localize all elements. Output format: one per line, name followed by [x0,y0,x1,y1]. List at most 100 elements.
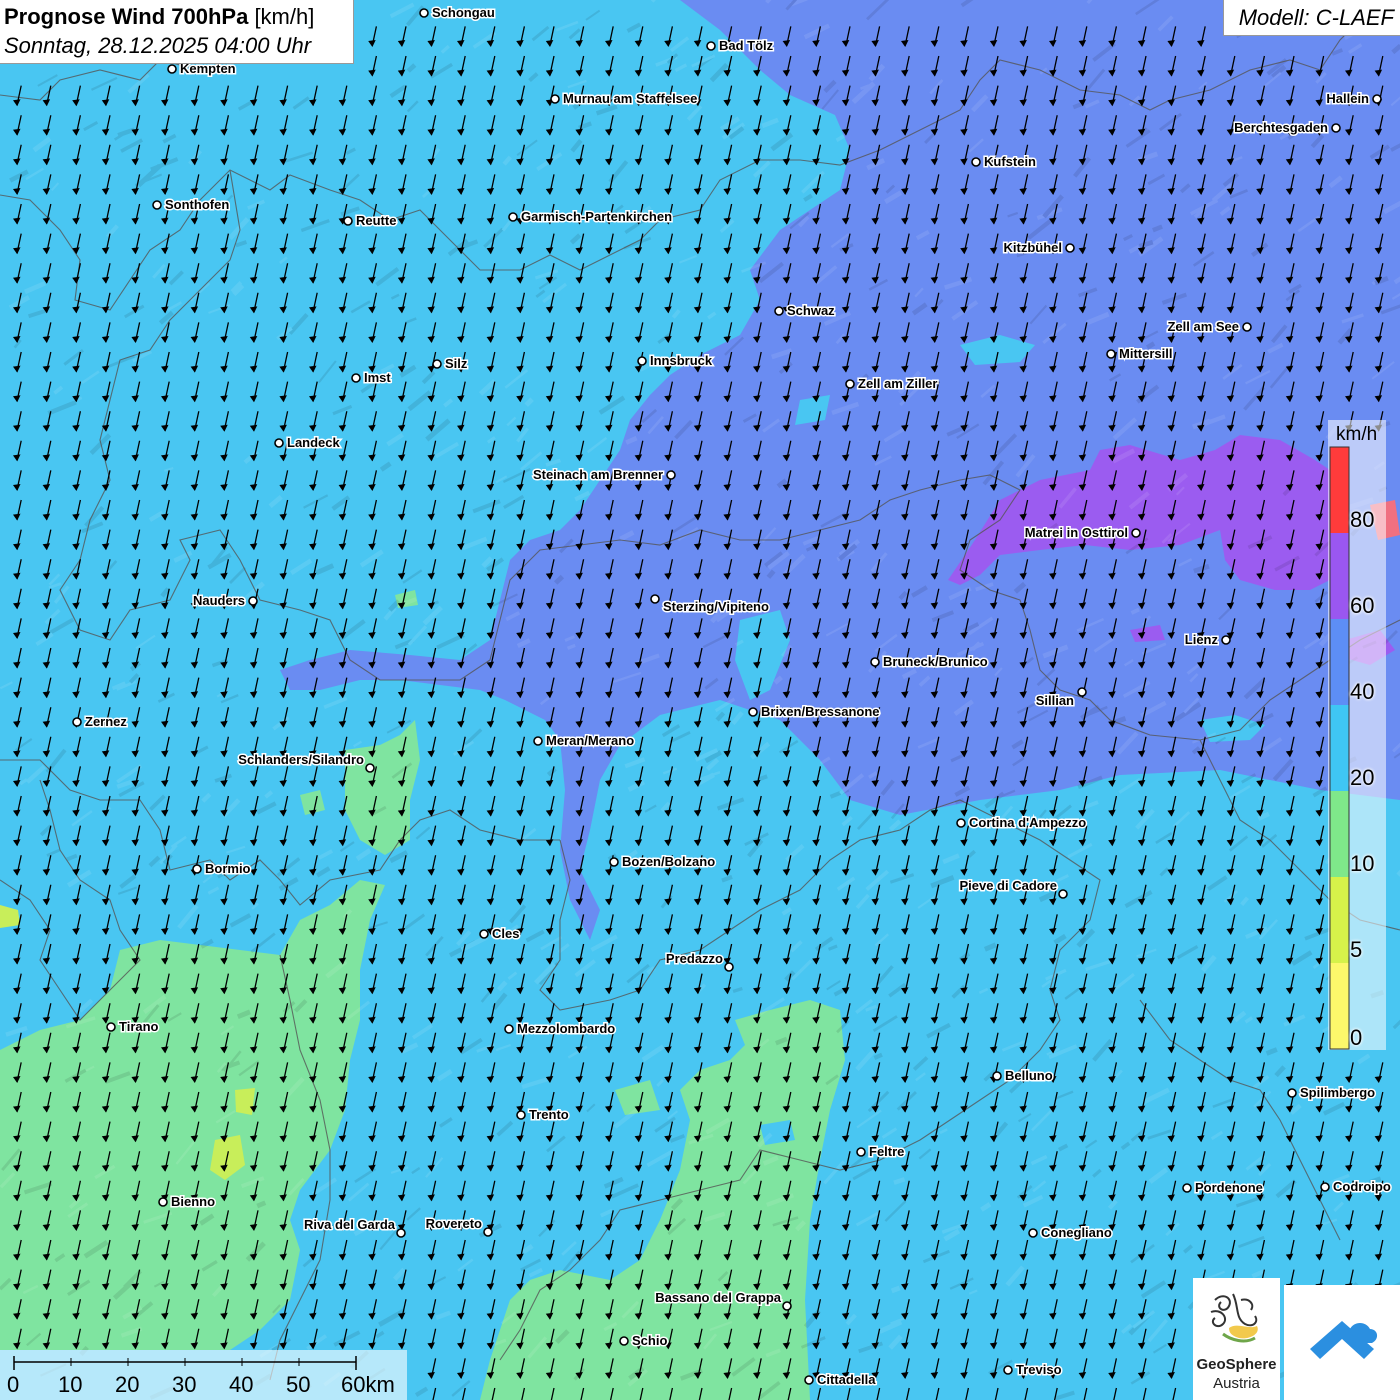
city-label: Conegliano [1041,1225,1112,1240]
city-dot-icon [192,864,202,874]
city-dot-icon [274,438,284,448]
city-dot-icon [483,1227,493,1237]
city-marker: Schongau [419,4,496,22]
city-dot-icon [504,1024,514,1034]
city-label: Bormio [205,861,251,876]
city-label: Mezzolombardo [517,1021,615,1036]
city-label: Schongau [432,5,495,20]
scale-label: 0 [7,1372,20,1397]
city-marker: Zell am Ziller [845,375,939,393]
city-dot-icon [1058,889,1068,899]
wind-field-5-10 [235,1088,255,1115]
city-dot-icon [158,1197,168,1207]
city-label: Kufstein [984,154,1036,169]
scale-label: 60km [341,1372,395,1397]
city-marker: Spilimbergo [1287,1084,1377,1102]
city-label: Zell am See [1167,319,1239,334]
city-label: Landeck [287,435,341,450]
city-dot-icon [432,359,442,369]
city-dot-icon [1287,1088,1297,1098]
city-dot-icon [845,379,855,389]
city-marker: Brixen/Bressanone [748,703,881,721]
city-label: Hallein [1326,91,1369,106]
city-label: Steinach am Brenner [533,467,663,482]
city-dot-icon [1182,1183,1192,1193]
city-label: Meran/Merano [546,733,634,748]
city-label: Berchtesgaden [1234,120,1328,135]
city-label: Predazzo [666,951,723,966]
city-marker: Mezzolombardo [504,1020,617,1038]
city-label: Nauders [193,593,245,608]
city-marker: Cortina d'Ampezzo [956,814,1088,832]
city-label: Innsbruck [650,353,713,368]
city-label: Cortina d'Ampezzo [969,815,1086,830]
city-dot-icon [1221,635,1231,645]
city-label: Schlanders/Silandro [238,752,364,767]
city-dot-icon [637,356,647,366]
legend-label-5: 5 [1350,937,1363,962]
city-label: Sterzing/Vipiteno [663,599,769,614]
city-dot-icon [167,64,177,74]
geosphere-name: GeoSphere [1196,1356,1277,1373]
city-dot-icon [106,1022,116,1032]
city-dot-icon [72,717,82,727]
city-dot-icon [706,41,716,51]
city-label: Mittersill [1119,346,1172,361]
geosphere-country: Austria [1213,1375,1260,1392]
city-dot-icon [666,470,676,480]
city-dot-icon [1065,243,1075,253]
city-label: Tirano [119,1019,159,1034]
city-dot-icon [1372,94,1382,104]
title-box: Prognose Wind 700hPa [km/h] Sonntag, 28.… [0,0,354,64]
scale-label: 10 [58,1372,83,1397]
wind-map: SchongauBad TölzKemptenMurnau am Staffel… [0,0,1400,1400]
model-label: Modell: C-LAEF [1238,5,1394,30]
city-marker: Innsbruck [637,352,714,370]
city-dot-icon [1077,687,1087,697]
city-dot-icon [343,216,353,226]
geosphere-logo[interactable]: GeoSphere Austria [1193,1278,1280,1400]
geosphere-emblem-icon [1210,1293,1258,1343]
legend-label-20: 20 [1350,765,1375,790]
city-marker: Steinach am Brenner [531,466,676,484]
city-label: Riva del Garda [304,1217,396,1232]
city-label: Sillian [1036,693,1074,708]
city-label: Bassano del Grappa [655,1290,781,1305]
weather-app-logo[interactable] [1284,1285,1400,1400]
city-marker: Meran/Merano [533,732,636,750]
city-dot-icon [992,1071,1002,1081]
forecast-datetime: Sonntag, 28.12.2025 04:00 Uhr [4,33,312,58]
city-dot-icon [748,707,758,717]
city-label: Treviso [1016,1362,1062,1377]
title-main: Prognose Wind 700hPa [4,4,249,29]
app-cloud-arrow-icon [1310,1321,1378,1359]
city-label: Rovereto [426,1216,482,1231]
city-label: Matrei in Osttirol [1025,525,1128,540]
city-marker: Bozen/Bolzano [609,853,717,871]
city-label: Zernez [85,714,127,729]
city-marker: Murnau am Staffelsee [550,90,699,108]
city-label: Garmisch-Partenkirchen [521,209,672,224]
city-marker: Bruneck/Brunico [870,653,989,671]
model-box: Modell: C-LAEF [1223,0,1400,36]
legend-label-80: 80 [1350,507,1375,532]
city-dot-icon [804,1375,814,1385]
city-dot-icon [152,200,162,210]
city-dot-icon [1131,528,1141,538]
map-title: Prognose Wind 700hPa [km/h] [4,4,314,30]
city-label: Murnau am Staffelsee [563,91,697,106]
city-label: Lienz [1185,632,1219,647]
city-dot-icon [609,857,619,867]
city-label: Cittadella [817,1372,876,1387]
city-dot-icon [650,594,660,604]
city-label: Brixen/Bressanone [761,704,880,719]
city-dot-icon [724,962,734,972]
city-marker: Sonthofen [152,196,231,214]
city-dot-icon [870,657,880,667]
city-marker: Conegliano [1028,1224,1113,1242]
city-dot-icon [351,373,361,383]
city-dot-icon [550,94,560,104]
city-dot-icon [365,763,375,773]
city-label: Spilimbergo [1300,1085,1375,1100]
city-dot-icon [516,1110,526,1120]
